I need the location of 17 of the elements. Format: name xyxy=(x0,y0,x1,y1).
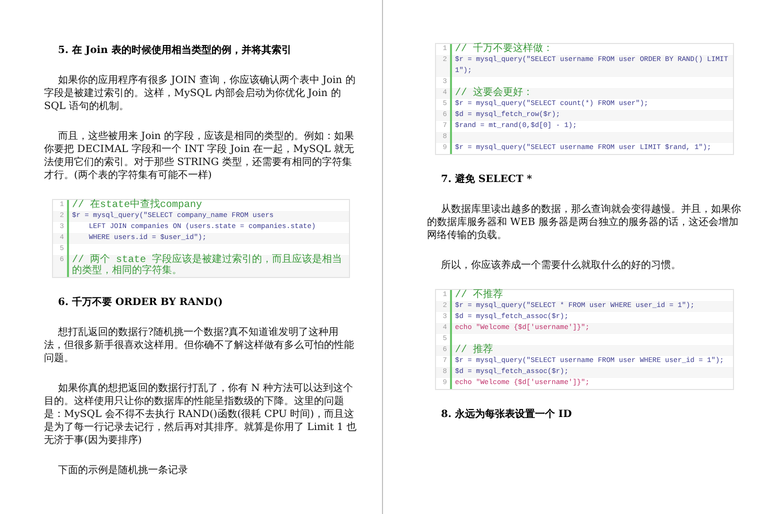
section-heading: 5. 在 Join 表的时候使用相当类型的例，并将其索引 xyxy=(57,44,292,57)
section-heading: 8. 永远为每张表设置一个 ID xyxy=(440,408,573,421)
code-comment: // 推荐 xyxy=(454,345,494,356)
paragraph: 所以，你应该养成一个需要什么就取什么的好的习惯。 xyxy=(440,259,682,272)
paragraph: 想打乱返回的数据行?随机挑一个数据?真不知道谁发明了这种用法，但很多新手很喜欢这样用。但你确不了解这样做有多么可怕的性能问题。 xyxy=(44,326,355,365)
paragraph: 下面的示例是随机挑一条记录 xyxy=(57,464,189,477)
code-comment: // 两个 state 字段应该是被建过索引的，而且应该是相当的类型，相同的字符集。 xyxy=(71,255,344,277)
code-comment: // 不推荐 xyxy=(454,290,504,301)
paragraph: 如果你真的想把返回的数据行打乱了，你有 N 种方法可以达到这个目的。这样使用只让你的数据库的性能呈指数级的下降。这里的问题是：MySQL 会不得不去执行 RAND()函数(很耗 CPU 时间)，而且这是为了每一行记录去记行，然后再对其排序。就算是你用了 Limit 1 也无济于事(因为要排序) xyxy=(44,382,358,447)
section-heading: 7. 避免 SELECT * xyxy=(440,173,534,186)
section-heading: 6. 千万不要 ORDER BY RAND() xyxy=(57,296,224,309)
code-comment: // 这要会更好： xyxy=(454,88,534,99)
code-comment: // 在state中查找company xyxy=(71,200,202,211)
paragraph: 如果你的应用程序有很多 JOIN 查询，你应该确认两个表中 Join 的字段是被建过索引的。这样，MySQL 内部会启动为你优化 Join 的 SQL 语句的机制。 xyxy=(44,74,356,113)
paragraph: 从数据库里读出越多的数据，那么查询就会变得越慢。并且，如果你的数据库服务器和 WEB 服务器是两台独立的服务器的话，这还会增加网络传输的负载。 xyxy=(427,203,742,242)
code-comment: // 千万不要这样做： xyxy=(454,44,554,55)
paragraph: 而且，这些被用来 Join 的字段，应该是相同的类型的。例如：如果你要把 DECIMAL 字段和一个 INT 字段 Join 在一起，MySQL 就无法使用它们的索引。对于那些 STRING 类型，还需要有相同的字符集才行。(两个表的字符集有可能不一样) xyxy=(44,130,356,182)
